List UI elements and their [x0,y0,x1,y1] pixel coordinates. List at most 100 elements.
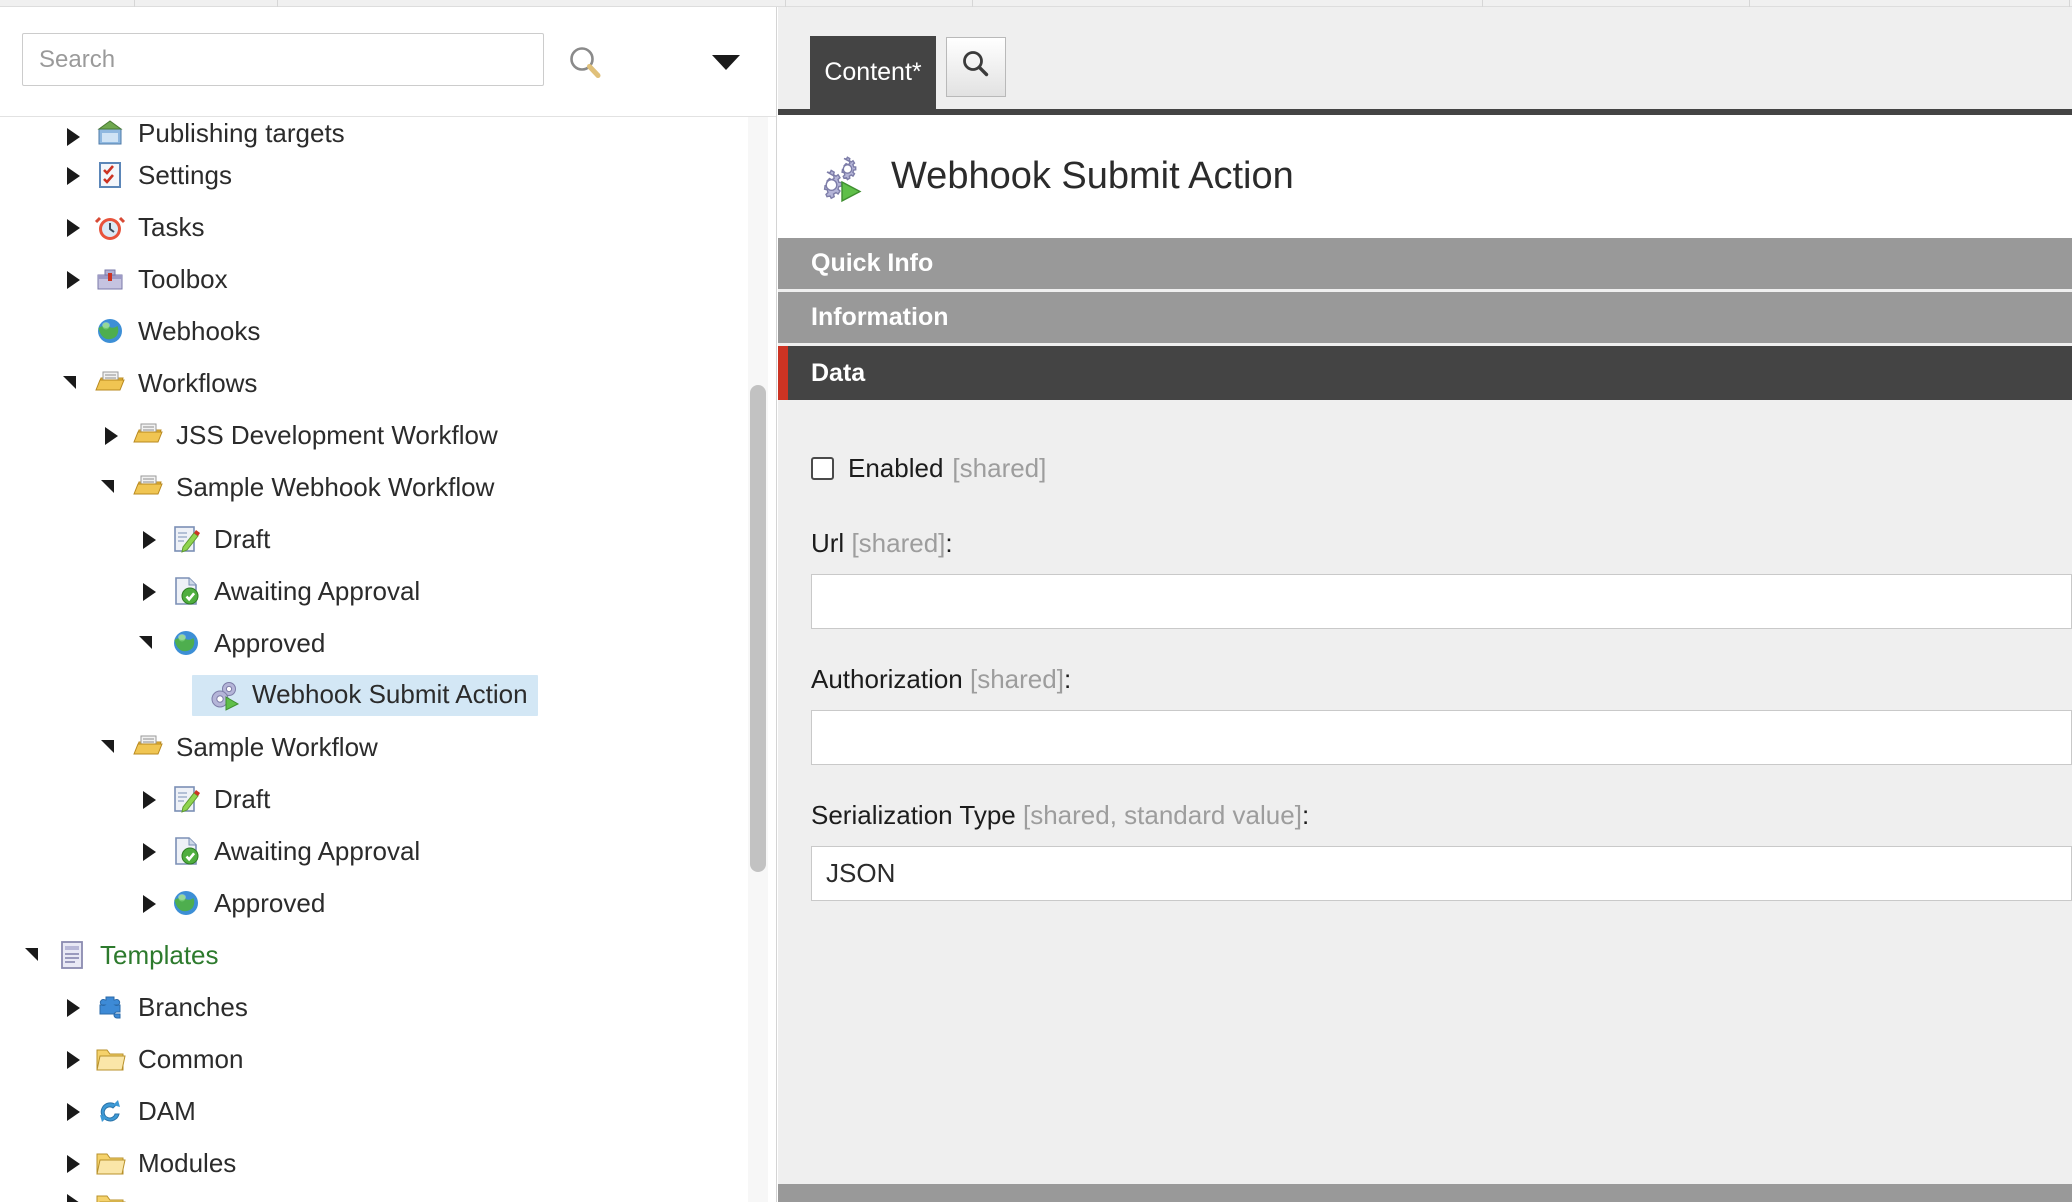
chevron-down-icon[interactable] [712,55,740,70]
tree-expand-arrow-collapsed[interactable] [136,786,162,812]
section-quick-info-label: Quick Info [811,249,934,277]
tab-content[interactable]: Content* [810,36,936,109]
enabled-checkbox[interactable] [811,457,834,480]
tree-item-selected[interactable]: Webhook Submit Action [192,674,538,716]
tree-item[interactable]: Settings [0,149,752,201]
tree-item-body[interactable]: Templates [48,939,219,971]
tree-item-body[interactable]: Sample Workflow [124,731,378,763]
approval-check-icon [170,835,202,867]
item-header: Webhook Submit Action [778,115,2072,238]
tree-expand-arrow-collapsed[interactable] [60,1046,86,1072]
tree-arrow-placeholder [174,682,200,708]
tree-expand-arrow-expanded[interactable] [98,474,124,500]
tree-scrollbar-track[interactable] [748,117,768,1202]
tree-item-body[interactable]: Toolbox [86,263,228,295]
tree-item[interactable]: JSS Development Workflow [0,409,752,461]
tree-item[interactable]: Sample Workflow [0,721,752,773]
section-information-label: Information [811,303,949,331]
section-data[interactable]: Data [778,346,2072,400]
tree-expand-arrow-collapsed[interactable] [60,1150,86,1176]
tree-expand-arrow-expanded[interactable] [60,370,86,396]
serialization-type-input[interactable] [811,846,2072,901]
tree-item[interactable]: Common [0,1033,752,1085]
tree-item[interactable]: Modules [0,1137,752,1189]
tree-expand-arrow-collapsed[interactable] [60,162,86,188]
tree-item[interactable]: Webhook Submit Action [0,669,752,721]
ribbon-segment [1750,0,2070,7]
tree-scrollbar-thumb[interactable] [750,385,766,872]
section-information[interactable]: Information [778,292,2072,346]
ribbon-strip [0,0,2072,7]
search-icon[interactable] [565,43,607,85]
search-input[interactable] [22,33,544,86]
tree-item-body[interactable]: Approved [162,627,325,659]
tree-item[interactable]: Webhooks [0,305,752,357]
tree-item[interactable]: Branches [0,981,752,1033]
tree-expand-arrow-expanded[interactable] [136,630,162,656]
tree-expand-arrow-collapsed[interactable] [60,1189,86,1202]
tree-expand-arrow-collapsed[interactable] [60,994,86,1020]
tree-item[interactable]: Awaiting Approval [0,825,752,877]
tree-item[interactable]: Toolbox [0,253,752,305]
tree-item-body[interactable]: Common [86,1043,243,1075]
globe-icon [170,887,202,919]
section-data-label: Data [811,358,866,387]
tree-item[interactable]: Draft [0,773,752,825]
tree-expand-arrow-collapsed[interactable] [136,578,162,604]
tree-item-body[interactable]: Draft [162,523,270,555]
tree-item-body[interactable]: Webhooks [86,315,260,347]
tree-expand-arrow-collapsed[interactable] [60,123,86,149]
tree-item[interactable]: Awaiting Approval [0,565,752,617]
tree-item-body[interactable]: JSS Development Workflow [124,419,498,451]
tree-item-body[interactable] [86,1189,138,1202]
tree-item[interactable]: Tasks [0,201,752,253]
tree-item[interactable]: Approved [0,877,752,929]
tree-item-body[interactable]: DAM [86,1095,196,1127]
tree-item[interactable]: Workflows [0,357,752,409]
authorization-input[interactable] [811,710,2072,765]
section-quick-info[interactable]: Quick Info [778,238,2072,292]
tree-item-body[interactable]: Approved [162,887,325,919]
tree-expand-arrow-expanded[interactable] [22,942,48,968]
tree-expand-arrow-collapsed[interactable] [98,422,124,448]
tree-item-label: Awaiting Approval [214,575,421,606]
branches-puzzle-icon [94,991,126,1023]
ribbon-segment [1483,0,1750,7]
tree-item-body[interactable]: Workflows [86,367,257,399]
tree-item-body[interactable]: Modules [86,1147,236,1179]
tree-item-label: Sample Webhook Workflow [176,471,495,502]
tree-item-label: Approved [214,887,326,918]
tree-item-body[interactable]: Draft [162,783,270,815]
tree-item[interactable]: Sample Webhook Workflow [0,461,752,513]
tree-expand-arrow-expanded[interactable] [98,734,124,760]
gears-play-icon [811,151,863,203]
tree-item[interactable]: Approved [0,617,752,669]
url-shared-tag: [shared] [851,528,946,558]
url-input[interactable] [811,574,2072,629]
enabled-shared-tag: [shared] [952,453,1047,483]
tree-expand-arrow-collapsed[interactable] [60,1098,86,1124]
tree-item-body[interactable]: Tasks [86,211,204,243]
tree-item-body[interactable]: Awaiting Approval [162,835,420,867]
tree-expand-arrow-collapsed[interactable] [136,526,162,552]
authorization-label-row: Authorization [shared]: [811,664,2072,695]
tree-item-body[interactable]: Branches [86,991,248,1023]
tree-item-body[interactable]: Settings [86,159,232,191]
tree-item-label: Common [138,1043,244,1074]
tree-item-body[interactable]: Sample Webhook Workflow [124,471,494,503]
editor-search-button[interactable] [946,37,1006,97]
tree-expand-arrow-collapsed[interactable] [136,838,162,864]
toolbox-icon [94,263,126,295]
tree-item-body[interactable]: Publishing targets [86,117,345,149]
tree-item[interactable]: Templates [0,929,752,981]
tree-expand-arrow-collapsed[interactable] [60,266,86,292]
tree-item[interactable]: Publishing targets [0,117,752,149]
tree-item-body[interactable]: Awaiting Approval [162,575,420,607]
tree-expand-arrow-collapsed[interactable] [136,890,162,916]
tree-expand-arrow-collapsed[interactable] [60,214,86,240]
tree-item[interactable] [0,1189,752,1202]
tree-scroll-area[interactable]: Publishing targets Settings Tasks Toolbox We… [0,117,776,1202]
tree-item[interactable]: DAM [0,1085,752,1137]
url-colon: : [945,528,953,558]
tree-item[interactable]: Draft [0,513,752,565]
